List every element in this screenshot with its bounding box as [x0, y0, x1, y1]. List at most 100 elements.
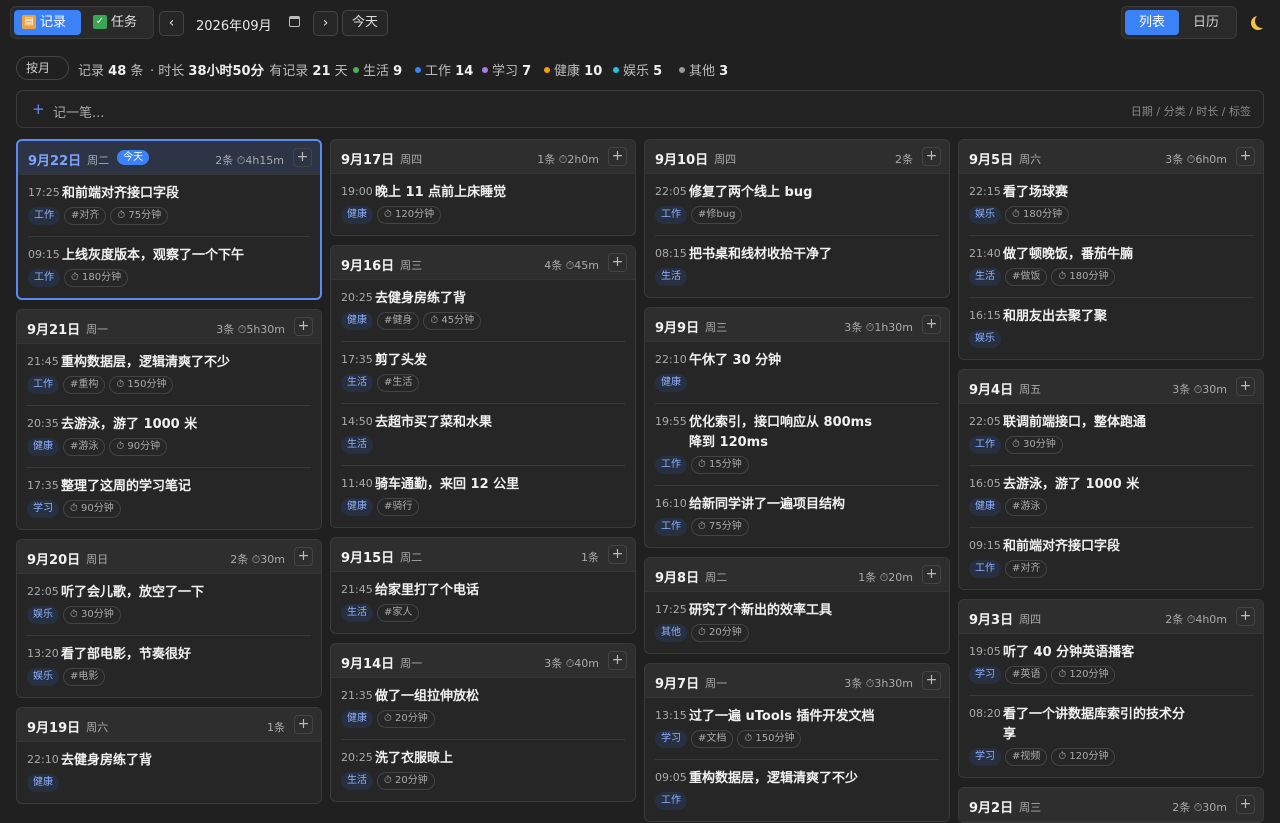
- entry-item[interactable]: 17:25 研究了个新出的效率工具 其他 ⏱ 20分钟: [655, 592, 939, 646]
- entry-item[interactable]: 19:00 晚上 11 点前上床睡觉 健康 ⏱ 120分钟: [341, 174, 625, 228]
- entry-item[interactable]: 17:25 和前端对齐接口字段 工作 #对齐 ⏱ 75分钟: [28, 175, 310, 237]
- entry-item[interactable]: 22:05 联调前端接口，整体跑通 工作 ⏱ 30分钟: [969, 404, 1253, 466]
- category-tag[interactable]: 健康: [341, 710, 373, 728]
- category-tag[interactable]: 健康: [341, 312, 373, 330]
- category-tag[interactable]: 工作: [28, 207, 60, 225]
- hashtag[interactable]: #重构: [63, 376, 106, 394]
- hashtag[interactable]: #对齐: [64, 207, 107, 225]
- category-tag[interactable]: 娱乐: [27, 668, 59, 686]
- category-tag[interactable]: 生活: [969, 268, 1001, 286]
- add-entry-button[interactable]: +: [293, 148, 312, 167]
- entry-item[interactable]: 09:05 重构数据层，逻辑清爽了不少 工作: [655, 760, 939, 814]
- category-tag[interactable]: 工作: [969, 560, 1001, 578]
- category-tag[interactable]: 娱乐: [27, 606, 59, 624]
- period-select[interactable]: 按月: [16, 56, 69, 80]
- entry-item[interactable]: 20:25 洗了衣服晾上 生活 ⏱ 20分钟: [341, 740, 625, 794]
- category-tag[interactable]: 工作: [27, 376, 59, 394]
- entry-item[interactable]: 22:10 去健身房练了背 健康: [27, 742, 311, 796]
- hashtag[interactable]: #生活: [377, 374, 420, 392]
- entry-item[interactable]: 13:20 看了部电影，节奏很好 娱乐 #电影: [27, 636, 311, 690]
- entry-item[interactable]: 22:10 午休了 30 分钟 健康: [655, 342, 939, 404]
- entry-item[interactable]: 21:45 给家里打了个电话 生活 #家人: [341, 572, 625, 626]
- category-tag[interactable]: 学习: [655, 730, 687, 748]
- hashtag[interactable]: #修bug: [691, 206, 743, 224]
- add-entry-button[interactable]: +: [922, 315, 941, 334]
- entry-item[interactable]: 21:35 做了一组拉伸放松 健康 ⏱ 20分钟: [341, 678, 625, 740]
- category-tag[interactable]: 学习: [969, 666, 1001, 684]
- add-entry-button[interactable]: +: [922, 565, 941, 584]
- today-button[interactable]: 今天: [342, 10, 388, 36]
- month-input[interactable]: 2026年09月: [196, 15, 272, 34]
- entry-item[interactable]: 16:10 给新同学讲了一遍项目结构 工作 ⏱ 75分钟: [655, 486, 939, 540]
- entry-item[interactable]: 21:45 重构数据层，逻辑清爽了不少 工作 #重构 ⏱ 150分钟: [27, 344, 311, 406]
- category-tag[interactable]: 生活: [341, 772, 373, 790]
- hashtag[interactable]: #骑行: [377, 498, 420, 516]
- category-tag[interactable]: 学习: [969, 748, 1001, 766]
- add-entry-button[interactable]: +: [922, 671, 941, 690]
- add-entry-button[interactable]: +: [608, 253, 627, 272]
- add-entry-button[interactable]: +: [1236, 795, 1255, 814]
- add-entry-button[interactable]: +: [1236, 377, 1255, 396]
- calendar-icon[interactable]: [289, 16, 300, 27]
- category-tag[interactable]: 工作: [969, 436, 1001, 454]
- add-entry-button[interactable]: +: [1236, 607, 1255, 626]
- hashtag[interactable]: #家人: [377, 604, 420, 622]
- entry-item[interactable]: 22:15 看了场球赛 娱乐 ⏱ 180分钟: [969, 174, 1253, 236]
- entry-item[interactable]: 22:05 听了会儿歌，放空了一下 娱乐 ⏱ 30分钟: [27, 574, 311, 636]
- entry-item[interactable]: 17:35 整理了这周的学习笔记 学习 ⏱ 90分钟: [27, 468, 311, 522]
- category-tag[interactable]: 生活: [655, 268, 687, 286]
- entry-item[interactable]: 11:40 骑车通勤，来回 12 公里 健康 #骑行: [341, 466, 625, 520]
- add-entry-button[interactable]: +: [608, 651, 627, 670]
- entry-item[interactable]: 19:55 优化索引，接口响应从 800ms 降到 120ms 工作 ⏱ 15分钟: [655, 404, 939, 486]
- hashtag[interactable]: #游泳: [1005, 498, 1048, 516]
- category-tag[interactable]: 工作: [655, 456, 687, 474]
- prev-month-button[interactable]: ‹: [159, 11, 184, 36]
- category-tag[interactable]: 健康: [27, 774, 59, 792]
- moon-icon[interactable]: [1255, 14, 1269, 28]
- category-tag[interactable]: 生活: [341, 604, 373, 622]
- entry-item[interactable]: 09:15 上线灰度版本，观察了一个下午 工作 ⏱ 180分钟: [28, 237, 310, 291]
- category-tag[interactable]: 健康: [27, 438, 59, 456]
- quick-add-input[interactable]: 记一笔...: [53, 102, 104, 121]
- entry-item[interactable]: 16:15 和朋友出去聚了聚 娱乐: [969, 298, 1253, 352]
- hashtag[interactable]: #对齐: [1005, 560, 1048, 578]
- category-tag[interactable]: 工作: [655, 206, 687, 224]
- entry-item[interactable]: 19:05 听了 40 分钟英语播客 学习 #英语 ⏱ 120分钟: [969, 634, 1253, 696]
- add-entry-button[interactable]: +: [1236, 147, 1255, 166]
- entry-item[interactable]: 16:05 去游泳，游了 1000 米健康 #游泳: [969, 466, 1253, 528]
- entry-item[interactable]: 09:15 和前端对齐接口字段 工作 #对齐: [969, 528, 1253, 582]
- entry-item[interactable]: 17:35 剪了头发 生活 #生活: [341, 342, 625, 404]
- view-calendar-button[interactable]: 日历: [1179, 10, 1233, 35]
- add-entry-button[interactable]: +: [294, 317, 313, 336]
- hashtag[interactable]: #电影: [63, 668, 106, 686]
- entry-item[interactable]: 14:50 去超市买了菜和水果 生活: [341, 404, 625, 466]
- add-entry-button[interactable]: +: [294, 547, 313, 566]
- entry-item[interactable]: 08:20 看了一个讲数据库索引的技术分享 学习 #视频 ⏱ 120分钟: [969, 696, 1253, 770]
- entry-item[interactable]: 21:40 做了顿晚饭，番茄牛腩 生活 #做饭 ⏱ 180分钟: [969, 236, 1253, 298]
- view-list-button[interactable]: 列表: [1125, 10, 1179, 35]
- category-tag[interactable]: 健康: [969, 498, 1001, 516]
- category-tag[interactable]: 生活: [341, 436, 373, 454]
- hashtag[interactable]: #视频: [1005, 748, 1048, 766]
- category-tag[interactable]: 健康: [655, 374, 687, 392]
- category-tag[interactable]: 健康: [341, 498, 373, 516]
- add-entry-button[interactable]: +: [608, 545, 627, 564]
- category-tag[interactable]: 娱乐: [969, 206, 1001, 224]
- category-tag[interactable]: 工作: [655, 792, 687, 810]
- entry-item[interactable]: 20:35 去游泳，游了 1000 米健康 #游泳 ⏱ 90分钟: [27, 406, 311, 468]
- hashtag[interactable]: #健身: [377, 312, 420, 330]
- hashtag[interactable]: #英语: [1005, 666, 1048, 684]
- tab-tasks[interactable]: ✓ 任务: [85, 10, 151, 35]
- category-tag[interactable]: 工作: [28, 269, 60, 287]
- add-entry-button[interactable]: +: [608, 147, 627, 166]
- quick-add-bar[interactable]: + 记一笔... 日期 / 分类 / 时长 / 标签: [16, 90, 1264, 128]
- category-tag[interactable]: 其他: [655, 624, 687, 642]
- hashtag[interactable]: #游泳: [63, 438, 106, 456]
- entry-item[interactable]: 08:15 把书桌和线材收拾干净了 生活: [655, 236, 939, 290]
- tab-records[interactable]: ▤ 记录: [14, 10, 81, 35]
- hashtag[interactable]: #做饭: [1005, 268, 1048, 286]
- entry-item[interactable]: 22:05 修复了两个线上 bug 工作 #修bug: [655, 174, 939, 236]
- next-month-button[interactable]: ›: [313, 11, 338, 36]
- category-tag[interactable]: 学习: [27, 500, 59, 518]
- add-entry-button[interactable]: +: [922, 147, 941, 166]
